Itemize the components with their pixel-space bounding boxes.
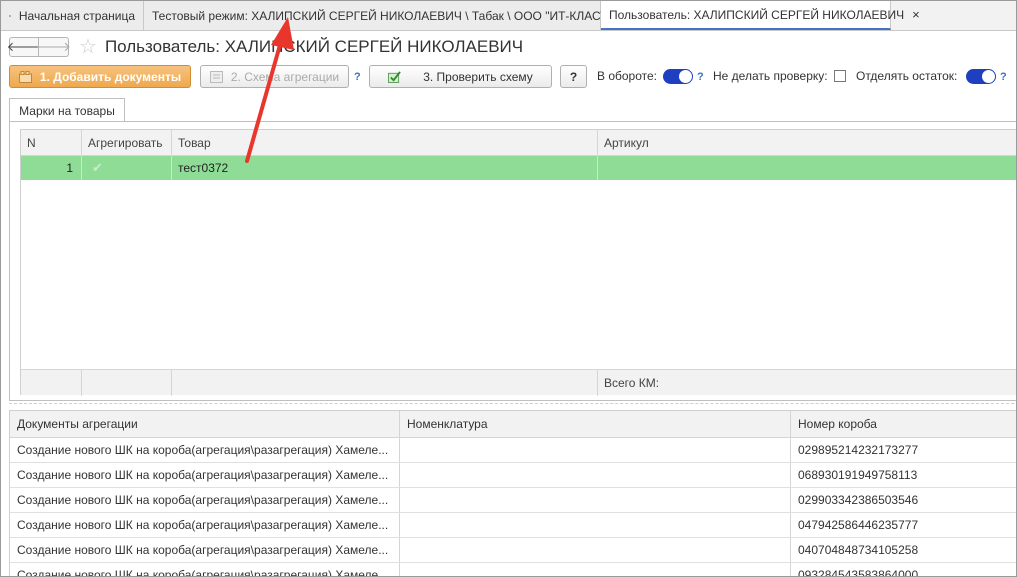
- marks-table[interactable]: N Агрегировать Товар Артикул 1 ✔ тест037…: [20, 129, 1016, 396]
- help-icon[interactable]: ?: [1000, 71, 1007, 83]
- tab-home[interactable]: Начальная страница: [1, 1, 144, 30]
- aggregation-scheme-button[interactable]: 2. Схема агрегации: [200, 65, 349, 88]
- tab-home-label: Начальная страница: [18, 8, 135, 23]
- add-documents-button[interactable]: 1. Добавить документы: [9, 65, 191, 88]
- tab-test-mode[interactable]: Тестовый режим: ХАЛИПСКИЙ СЕРГЕЙ НИКОЛАЕ…: [144, 1, 644, 30]
- in-circulation-label: В обороте:: [597, 69, 658, 83]
- tab-marks-label: Марки на товары: [19, 103, 115, 118]
- page-title: Пользователь: ХАЛИПСКИЙ СЕРГЕЙ НИКОЛАЕВИ…: [104, 37, 524, 56]
- table-row[interactable]: Создание нового ШК на короба(агрегация\р…: [10, 563, 1016, 577]
- nomenclature-cell: [400, 538, 791, 562]
- command-bar: 1. Добавить документы 2. Схема агрегации…: [9, 65, 1012, 89]
- table-header: Документы агрегации Номенклатура Номер к…: [10, 411, 1016, 438]
- aggregation-documents-table[interactable]: Документы агрегации Номенклатура Номер к…: [9, 410, 1016, 577]
- table-row[interactable]: Создание нового ШК на короба(агрегация\р…: [10, 488, 1016, 513]
- arrow-right-icon: 🡒: [36, 39, 71, 54]
- check-scheme-icon: [388, 70, 401, 83]
- nomenclature-cell: [400, 563, 791, 576]
- document-cell: Создание нового ШК на короба(агрегация\р…: [10, 463, 400, 487]
- document-cell: Создание нового ШК на короба(агрегация\р…: [10, 488, 400, 512]
- footer-cell: [172, 370, 598, 396]
- column-header-article[interactable]: Артикул: [598, 130, 1016, 156]
- box-number-cell: 068930191949758113: [798, 468, 918, 482]
- scheme-icon: [209, 70, 223, 83]
- separate-remainder-label: Отделять остаток:: [856, 69, 958, 83]
- close-icon[interactable]: ×: [912, 7, 920, 22]
- footer-cell: [21, 370, 82, 396]
- forward-button[interactable]: 🡒: [36, 37, 71, 57]
- aggregate-checkbox[interactable]: ✔: [82, 156, 172, 180]
- column-header-box-number[interactable]: Номер короба: [791, 411, 1016, 437]
- article-cell: [598, 156, 1016, 180]
- total-marks-label: Всего КМ:: [604, 376, 660, 390]
- marks-panel: N Агрегировать Товар Артикул 1 ✔ тест037…: [9, 121, 1016, 401]
- check-scheme-label: 3. Проверить схему: [423, 69, 533, 84]
- nomenclature-cell: [400, 488, 791, 512]
- column-header-aggregate[interactable]: Агрегировать: [82, 130, 172, 156]
- box-number-cell: 029903342386503546: [798, 493, 919, 507]
- table-row[interactable]: Создание нового ШК на короба(агрегация\р…: [10, 438, 1016, 463]
- document-cell: Создание нового ШК на короба(агрегация\р…: [10, 513, 400, 537]
- table-row[interactable]: 1 ✔ тест0372: [21, 156, 1016, 180]
- column-header-product[interactable]: Товар: [172, 130, 598, 156]
- splitter[interactable]: [9, 403, 1014, 407]
- title-row: 🡐 🡒 ☆ Пользователь: ХАЛИПСКИЙ СЕРГЕЙ НИК…: [7, 36, 524, 58]
- box-number-cell: 047942586446235777: [798, 518, 919, 532]
- table-footer: Всего КМ:: [21, 369, 1016, 396]
- app-window: Начальная страница Тестовый режим: ХАЛИП…: [0, 0, 1017, 577]
- documents-icon: [18, 70, 32, 83]
- question-icon: ?: [569, 69, 578, 84]
- tab-marks-on-goods[interactable]: Марки на товары: [9, 98, 125, 122]
- box-number-cell: 093284543583864000: [798, 568, 919, 577]
- tab-user-label: Пользователь: ХАЛИПСКИЙ СЕРГЕЙ НИКОЛАЕВИ…: [609, 7, 905, 22]
- column-header-n[interactable]: N: [21, 130, 82, 156]
- help-icon[interactable]: ?: [354, 71, 361, 83]
- separate-remainder-toggle[interactable]: [966, 69, 996, 84]
- table-row[interactable]: Создание нового ШК на короба(агрегация\р…: [10, 538, 1016, 563]
- box-number-cell: 029895214232173277: [798, 443, 919, 457]
- table-row[interactable]: Создание нового ШК на короба(агрегация\р…: [10, 463, 1016, 488]
- box-number-cell: 040704848734105258: [798, 543, 919, 557]
- add-documents-label: 1. Добавить документы: [39, 69, 182, 84]
- help-icon[interactable]: ?: [697, 71, 704, 83]
- home-icon: [9, 14, 11, 17]
- tab-user[interactable]: Пользователь: ХАЛИПСКИЙ СЕРГЕЙ НИКОЛАЕВИ…: [601, 1, 920, 30]
- check-scheme-button[interactable]: 3. Проверить схему: [369, 65, 552, 88]
- back-button[interactable]: 🡐: [7, 37, 41, 57]
- favorite-star-icon[interactable]: ☆: [79, 37, 97, 57]
- table-row[interactable]: Создание нового ШК на короба(агрегация\р…: [10, 513, 1016, 538]
- nomenclature-cell: [400, 513, 791, 537]
- in-circulation-toggle[interactable]: [663, 69, 693, 84]
- table-header: N Агрегировать Товар Артикул: [21, 130, 1016, 156]
- column-header-documents[interactable]: Документы агрегации: [10, 411, 400, 437]
- nomenclature-cell: [400, 463, 791, 487]
- product-cell: тест0372: [172, 156, 598, 180]
- nomenclature-cell: [400, 438, 791, 462]
- check-icon: ✔: [92, 160, 103, 175]
- document-cell: Создание нового ШК на короба(агрегация\р…: [10, 438, 400, 462]
- tab-bar: Начальная страница Тестовый режим: ХАЛИП…: [1, 1, 1016, 31]
- document-cell: Создание нового ШК на короба(агрегация\р…: [10, 563, 400, 576]
- help-button[interactable]: ?: [560, 65, 587, 88]
- column-header-nomenclature[interactable]: Номенклатура: [400, 411, 791, 437]
- row-number: 1: [21, 156, 82, 180]
- aggregation-scheme-label: 2. Схема агрегации: [230, 69, 340, 84]
- footer-cell: [82, 370, 172, 396]
- no-check-label: Не делать проверку:: [713, 69, 828, 83]
- no-check-checkbox[interactable]: [834, 70, 846, 82]
- document-cell: Создание нового ШК на короба(агрегация\р…: [10, 538, 400, 562]
- tab-test-mode-label: Тестовый режим: ХАЛИПСКИЙ СЕРГЕЙ НИКОЛАЕ…: [152, 8, 628, 23]
